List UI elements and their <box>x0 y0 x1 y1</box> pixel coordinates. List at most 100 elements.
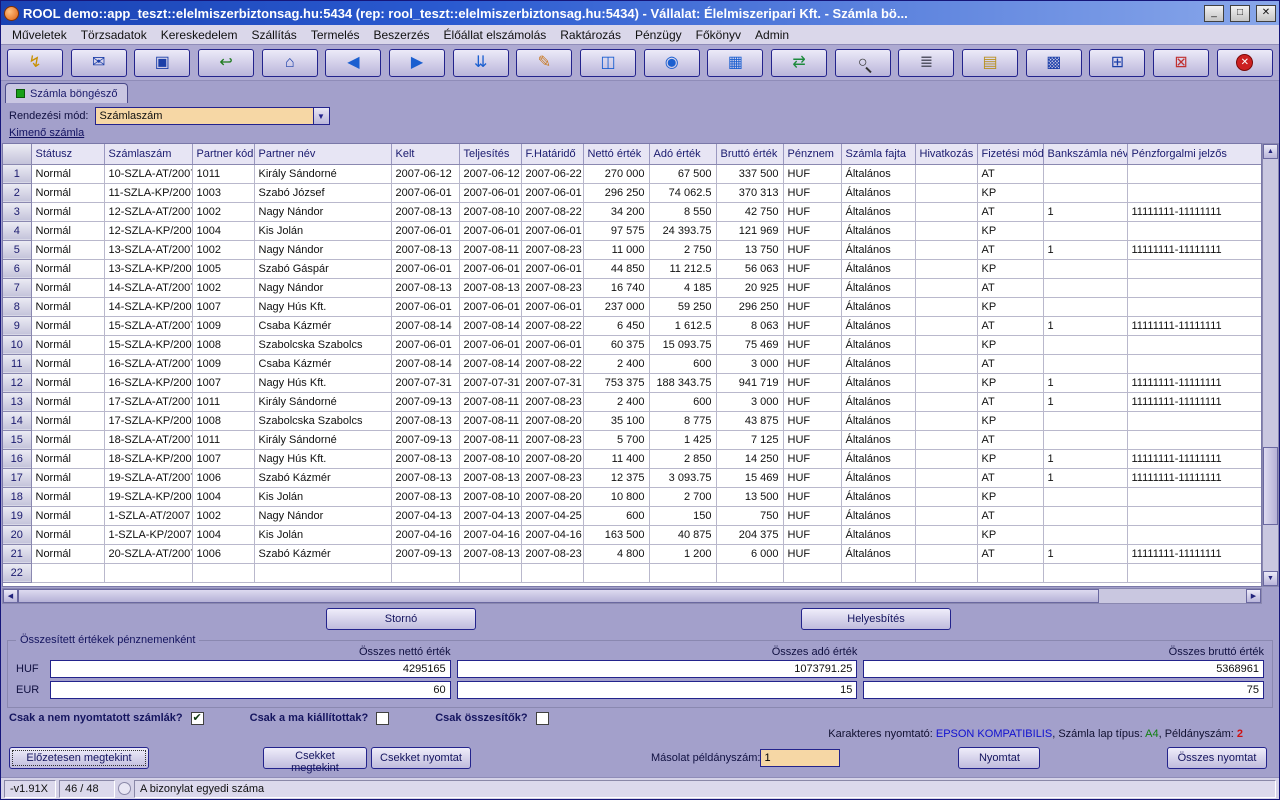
copy-count-input[interactable] <box>760 749 840 767</box>
table-row[interactable]: 14Normál17-SZLA-KP/20071008Szabolcska Sz… <box>3 411 1262 430</box>
column-header[interactable]: Nettó érték <box>583 144 649 164</box>
row-number[interactable]: 10 <box>3 335 31 354</box>
dark-grid-button[interactable]: ▩ <box>1026 49 1082 77</box>
menu-item[interactable]: Szállítás <box>244 26 303 44</box>
row-number[interactable]: 5 <box>3 240 31 259</box>
horizontal-scroll-track[interactable] <box>18 589 1246 603</box>
print-all-button[interactable]: Összes nyomtat <box>1167 747 1267 769</box>
row-number[interactable]: 13 <box>3 392 31 411</box>
table-row[interactable]: 5Normál13-SZLA-AT/20071002Nagy Nándor200… <box>3 240 1262 259</box>
print-button[interactable]: ▤ <box>962 49 1018 77</box>
exit-button[interactable]: ✕ <box>1217 49 1273 77</box>
column-header[interactable]: Bankszámla név <box>1043 144 1127 164</box>
column-header[interactable]: Kelt <box>391 144 459 164</box>
last-button[interactable]: ⇊ <box>453 49 509 77</box>
table-row[interactable]: 8Normál14-SZLA-KP/20071007Nagy Hús Kft.2… <box>3 297 1262 316</box>
menu-item[interactable]: Élőállat elszámolás <box>437 26 554 44</box>
row-number[interactable]: 8 <box>3 297 31 316</box>
filter-checkbox[interactable] <box>536 712 549 725</box>
menu-item[interactable]: Pénzügy <box>628 26 689 44</box>
row-number[interactable]: 2 <box>3 183 31 202</box>
menu-item[interactable]: Kereskedelem <box>154 26 245 44</box>
row-number[interactable]: 14 <box>3 411 31 430</box>
search-button[interactable]: ○ <box>835 49 891 77</box>
table-row[interactable]: 4Normál12-SZLA-KP/20071004Kis Jolán2007-… <box>3 221 1262 240</box>
table-row[interactable]: 13Normál17-SZLA-AT/20071011Király Sándor… <box>3 392 1262 411</box>
home-button[interactable]: ⌂ <box>262 49 318 77</box>
grid-add-button[interactable]: ⊞ <box>1089 49 1145 77</box>
execute-button[interactable]: ↯ <box>7 49 63 77</box>
database-button[interactable]: ◫ <box>580 49 636 77</box>
eur-net-total-field[interactable] <box>50 681 451 699</box>
huf-gross-total-field[interactable] <box>863 660 1264 678</box>
table-row[interactable]: 19Normál1-SZLA-AT/20071002Nagy Nándor200… <box>3 506 1262 525</box>
menu-item[interactable]: Raktározás <box>553 26 628 44</box>
next-button[interactable]: ▶ <box>389 49 445 77</box>
menu-item[interactable]: Főkönyv <box>689 26 748 44</box>
horizontal-scrollbar[interactable]: ◀ ▶ <box>2 588 1262 604</box>
table-row[interactable]: 15Normál18-SZLA-AT/20071011Király Sándor… <box>3 430 1262 449</box>
row-number[interactable]: 9 <box>3 316 31 335</box>
eur-gross-total-field[interactable] <box>863 681 1264 699</box>
column-header[interactable]: Fizetési mód <box>977 144 1043 164</box>
filter-checkbox[interactable]: ✔ <box>191 712 204 725</box>
menu-item[interactable]: Termelés <box>304 26 367 44</box>
huf-tax-total-field[interactable] <box>457 660 858 678</box>
table-row[interactable]: 21Normál20-SZLA-AT/20071006Szabó Kázmér2… <box>3 544 1262 563</box>
column-header[interactable]: F.Határidő <box>521 144 583 164</box>
close-button[interactable]: ✕ <box>1256 5 1276 22</box>
print-button[interactable]: Nyomtat <box>958 747 1040 769</box>
table-row[interactable]: 2Normál11-SZLA-KP/20071003Szabó József20… <box>3 183 1262 202</box>
column-header[interactable]: Számla fajta <box>841 144 915 164</box>
undo-button[interactable]: ↩ <box>198 49 254 77</box>
row-number[interactable]: 22 <box>3 563 31 582</box>
column-header[interactable]: Bruttó érték <box>716 144 783 164</box>
row-number[interactable]: 21 <box>3 544 31 563</box>
table-row[interactable]: 20Normál1-SZLA-KP/20071004Kis Jolán2007-… <box>3 525 1262 544</box>
column-header[interactable]: Pénzforgalmi jelzős <box>1127 144 1262 164</box>
maximize-button[interactable]: □ <box>1230 5 1250 22</box>
table-row[interactable]: 16Normál18-SZLA-KP/20071007Nagy Hús Kft.… <box>3 449 1262 468</box>
row-number[interactable]: 19 <box>3 506 31 525</box>
ruler-button[interactable]: ≣ <box>898 49 954 77</box>
table-row[interactable]: 11Normál16-SZLA-AT/20071009Csaba Kázmér2… <box>3 354 1262 373</box>
check-print-button[interactable]: Csekket nyomtat <box>371 747 471 769</box>
scroll-down-icon[interactable]: ▼ <box>1263 571 1278 586</box>
column-header[interactable]: Partner kód <box>192 144 254 164</box>
row-number[interactable]: 11 <box>3 354 31 373</box>
row-number[interactable]: 18 <box>3 487 31 506</box>
column-header[interactable]: Számlaszám <box>104 144 192 164</box>
table-row[interactable]: 7Normál14-SZLA-AT/20071002Nagy Nándor200… <box>3 278 1262 297</box>
table-row[interactable]: 17Normál19-SZLA-AT/20071006Szabó Kázmér2… <box>3 468 1262 487</box>
row-number[interactable]: 16 <box>3 449 31 468</box>
open-button[interactable]: ✉ <box>71 49 127 77</box>
row-number[interactable]: 6 <box>3 259 31 278</box>
previous-button[interactable]: ◀ <box>325 49 381 77</box>
title-bar[interactable]: ROOL demo::app_teszt::elelmiszerbiztonsa… <box>1 1 1279 25</box>
row-number[interactable]: 20 <box>3 525 31 544</box>
scroll-left-icon[interactable]: ◀ <box>3 589 18 603</box>
row-number[interactable]: 7 <box>3 278 31 297</box>
menu-item[interactable]: Admin <box>748 26 796 44</box>
horizontal-scroll-thumb[interactable] <box>18 589 1099 603</box>
column-header[interactable]: Teljesítés <box>459 144 521 164</box>
column-header[interactable]: Partner név <box>254 144 391 164</box>
table-row[interactable]: 1Normál10-SZLA-AT/20071011Király Sándorn… <box>3 164 1262 183</box>
vertical-scroll-thumb[interactable] <box>1263 447 1278 525</box>
row-number[interactable]: 15 <box>3 430 31 449</box>
preview-button[interactable]: Előzetesen megtekint <box>9 747 149 769</box>
vertical-scrollbar[interactable]: ▲ ▼ <box>1262 143 1279 587</box>
column-header[interactable]: Adó érték <box>649 144 716 164</box>
column-header[interactable]: Pénznem <box>783 144 841 164</box>
row-number[interactable]: 17 <box>3 468 31 487</box>
sort-mode-combobox[interactable]: Számlaszám ▼ <box>95 107 330 125</box>
table-row[interactable]: 9Normál15-SZLA-AT/20071009Csaba Kázmér20… <box>3 316 1262 335</box>
table-row[interactable]: 18Normál19-SZLA-KP/20071004Kis Jolán2007… <box>3 487 1262 506</box>
table-row[interactable]: 3Normál12-SZLA-AT/20071002Nagy Nándor200… <box>3 202 1262 221</box>
check-preview-button[interactable]: Csekket megtekint <box>263 747 367 769</box>
row-number[interactable]: 3 <box>3 202 31 221</box>
grid-check-button[interactable]: ⊠ <box>1153 49 1209 77</box>
huf-net-total-field[interactable] <box>50 660 451 678</box>
info-button[interactable]: ◉ <box>644 49 700 77</box>
table-row[interactable]: 12Normál16-SZLA-KP/20071007Nagy Hús Kft.… <box>3 373 1262 392</box>
